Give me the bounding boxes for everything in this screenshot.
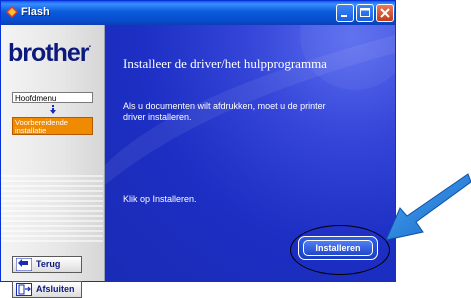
description-text: Als u documenten wilt afdrukken, moet u …	[123, 101, 326, 122]
title-bar[interactable]: Flash	[1, 1, 395, 25]
brother-logo: brother.	[8, 39, 92, 68]
nav-main-menu[interactable]: Hoofdmenu	[12, 92, 93, 103]
back-arrow-icon	[16, 258, 32, 271]
logo-mark: .	[88, 39, 92, 50]
flash-icon	[6, 6, 18, 18]
exit-label: Afsluiten	[36, 284, 75, 294]
exit-button[interactable]: Afsluiten	[12, 281, 82, 298]
instruction-text: Klik op Installeren.	[123, 194, 197, 204]
close-icon	[380, 8, 390, 18]
page-heading: Installeer de driver/het hulpprogramma	[123, 56, 327, 71]
maximize-button[interactable]	[356, 4, 374, 22]
sidebar: brother. Hoofdmenu Voorbereidende instal…	[1, 25, 105, 298]
window-title: Flash	[21, 6, 50, 18]
minimize-button[interactable]	[336, 4, 354, 22]
close-button[interactable]	[376, 4, 394, 22]
logo-text: brother	[8, 39, 89, 67]
minimize-icon	[341, 15, 347, 17]
exit-door-icon	[16, 283, 32, 296]
highlight-ring	[290, 225, 390, 275]
down-arrow-icon	[50, 105, 56, 114]
nav-current-step[interactable]: Voorbereidende installatie	[12, 117, 93, 135]
back-button[interactable]: Terug	[12, 256, 82, 273]
callout-arrow-icon	[385, 173, 471, 241]
maximize-icon	[360, 8, 370, 17]
back-label: Terug	[36, 259, 61, 269]
decorative-stripes	[1, 175, 103, 245]
